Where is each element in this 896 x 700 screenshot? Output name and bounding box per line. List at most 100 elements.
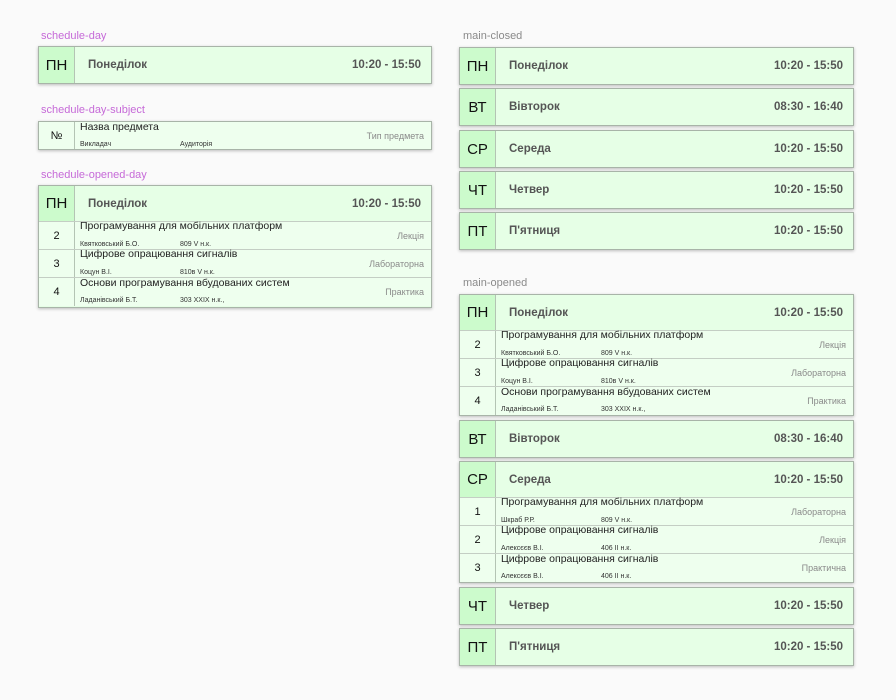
day-abbr: ПТ [460, 213, 496, 249]
main-closed-day-card-tuesday[interactable]: ВТ Вівторок 08:30 - 16:40 [459, 88, 854, 126]
day-name: Середа [509, 473, 551, 486]
subject-room: 809 V н.к. [601, 516, 633, 524]
subject-room: 810в V н.к. [601, 377, 636, 385]
day-row[interactable]: ПТ П'ятниця 10:20 - 15:50 [460, 629, 853, 665]
day-time: 10:20 - 15:50 [773, 641, 843, 653]
main-opened-day-card-monday[interactable]: ПН Понеділок 10:20 - 15:50 2 Програмуван… [459, 294, 854, 416]
day-abbr: СР [460, 131, 496, 167]
subject-info: Основи програмування вбудованих систем Л… [496, 385, 807, 415]
subject-type: Практика [385, 287, 424, 297]
day-abbr: ПТ [460, 629, 496, 665]
day-row[interactable]: ПН Понеділок 10:20 - 15:50 [460, 48, 853, 84]
subject-row[interactable]: 3 Цифрове опрацювання сигналів Коцун В.І… [39, 249, 431, 278]
subject-row[interactable]: 1 Програмування для мобільних платформ Ш… [460, 497, 853, 526]
subject-info: Програмування для мобільних платформ Шкр… [496, 497, 791, 526]
subject-info: Цифрове опрацювання сигналів Коцун В.І. 8… [75, 249, 369, 278]
subject-meta: Викладач Аудиторія [80, 141, 212, 148]
main-opened-day-card-friday[interactable]: ПТ П'ятниця 10:20 - 15:50 [459, 628, 854, 666]
subject-row[interactable]: 4 Основи програмування вбудованих систем… [460, 387, 853, 415]
day-row[interactable]: ПТ П'ятниця 10:20 - 15:50 [460, 213, 853, 249]
schedule-day-subject-card[interactable]: № Назва предмета Викладач Аудиторія Тип п… [38, 121, 432, 150]
subject-number: 4 [460, 387, 496, 415]
subject-room: 406 II н.к. [601, 573, 632, 581]
subject-row[interactable]: 2 Програмування для мобільних платформ К… [39, 221, 431, 250]
subject-row[interactable]: 2 Програмування для мобільних платформ К… [460, 330, 853, 359]
subject-type: Лекція [397, 230, 424, 241]
subject-meta: Коцун В.І. 810в V н.к. [501, 378, 636, 385]
subject-teacher: Квятковський Б.О. [80, 240, 140, 248]
day-time: 08:30 - 16:40 [773, 433, 843, 445]
subject-row[interactable]: 3 Цифрове опрацювання сигналів Алексєєв … [460, 554, 853, 582]
schedule-opened-day-card[interactable]: ПН Понеділок 10:20 - 15:50 2 Програмуван… [38, 185, 432, 308]
subject-teacher: Квятковський Б.О. [501, 349, 561, 357]
subject-title: Назва предмета [80, 121, 159, 133]
day-row[interactable]: ВТ Вівторок 08:30 - 16:40 [460, 89, 853, 125]
day-row[interactable]: ПН Понеділок 10:20 - 15:50 [39, 186, 431, 222]
subject-room: 810в V н.к. [180, 268, 215, 276]
subject-number: 4 [39, 278, 75, 306]
subject-row[interactable]: 2 Цифрове опрацювання сигналів Алексєєв … [460, 525, 853, 554]
subject-type: Лекція [819, 339, 846, 350]
day-abbr: ВТ [460, 89, 496, 125]
subject-meta: Алексєєв В.І. 406 II н.к. [501, 545, 631, 552]
subject-type: Тип предмета [366, 131, 424, 141]
main-closed-day-card-wednesday[interactable]: СР Середа 10:20 - 15:50 [459, 130, 854, 168]
subject-teacher: Ладанівський Б.Т. [80, 297, 138, 305]
subject-number: 1 [460, 498, 496, 525]
day-time: 10:20 - 15:50 [773, 473, 843, 486]
subject-number: 3 [460, 359, 496, 386]
day-time: 10:20 - 15:50 [351, 197, 421, 210]
subject-row[interactable]: № Назва предмета Викладач Аудиторія Тип п… [39, 121, 431, 149]
frame-label-main-closed: main-closed [463, 30, 523, 42]
subject-type: Лекція [819, 534, 846, 545]
main-opened-day-card-tuesday[interactable]: ВТ Вівторок 08:30 - 16:40 [459, 420, 854, 458]
day-time: 08:30 - 16:40 [773, 101, 843, 113]
subject-teacher: Коцун В.І. [501, 377, 533, 385]
day-abbr: ЧТ [460, 588, 496, 624]
subject-info: Цифрове опрацювання сигналів Алексєєв В.… [496, 525, 819, 554]
subject-room: 406 II н.к. [601, 544, 632, 552]
schedule-day-card[interactable]: ПН Понеділок 10:20 - 15:50 [38, 46, 432, 84]
day-row[interactable]: ЧТ Четвер 10:20 - 15:50 [460, 588, 853, 624]
day-row[interactable]: СР Середа 10:20 - 15:50 [460, 462, 853, 498]
day-name: Середа [509, 143, 551, 155]
subject-room: 809 V н.к. [180, 240, 212, 248]
subject-info: Цифрове опрацювання сигналів Коцун В.І. 8… [496, 358, 791, 387]
subject-info: Програмування для мобільних платформ Квя… [75, 221, 397, 250]
day-abbr: ПН [39, 186, 75, 221]
day-name: Понеділок [88, 59, 148, 71]
day-time: 10:20 - 15:50 [773, 600, 843, 612]
subject-row[interactable]: 3 Цифрове опрацювання сигналів Коцун В.І… [460, 358, 853, 387]
main-closed-day-card-monday[interactable]: ПН Понеділок 10:20 - 15:50 [459, 47, 854, 85]
day-abbr: ПН [39, 47, 75, 83]
subject-title: Програмування для мобільних платформ [501, 496, 704, 509]
day-row[interactable]: ЧТ Четвер 10:20 - 15:50 [460, 172, 853, 208]
subject-meta: Ладанівський Б.Т. 303 XXIX н.к., [80, 297, 224, 304]
main-opened-day-card-thursday[interactable]: ЧТ Четвер 10:20 - 15:50 [459, 587, 854, 625]
subject-row[interactable]: 4 Основи програмування вбудованих систем… [39, 278, 431, 306]
subject-meta: Квятковський Б.О. 809 V н.к. [80, 241, 211, 248]
day-row[interactable]: ВТ Вівторок 08:30 - 16:40 [460, 421, 853, 457]
subject-title: Основи програмування вбудованих систем [80, 276, 290, 289]
subject-meta: Ладанівський Б.Т. 303 XXIX н.к., [501, 406, 645, 413]
day-row[interactable]: ПН Понеділок 10:20 - 15:50 [39, 47, 431, 83]
main-closed-day-card-friday[interactable]: ПТ П'ятниця 10:20 - 15:50 [459, 212, 854, 250]
subject-teacher: Коцун В.І. [80, 268, 112, 276]
day-name: П'ятниця [509, 225, 561, 237]
subject-number: 2 [460, 331, 496, 358]
main-opened-day-card-wednesday[interactable]: СР Середа 10:20 - 15:50 1 Програмування … [459, 461, 854, 583]
day-row[interactable]: СР Середа 10:20 - 15:50 [460, 131, 853, 167]
frame-label-main-opened: main-opened [463, 277, 528, 289]
subject-info: Назва предмета Викладач Аудиторія [75, 121, 367, 149]
subject-teacher: Викладач [80, 141, 112, 149]
day-name: Вівторок [509, 433, 560, 445]
day-row[interactable]: ПН Понеділок 10:20 - 15:50 [460, 295, 853, 331]
main-closed-day-card-thursday[interactable]: ЧТ Четвер 10:20 - 15:50 [459, 171, 854, 209]
subject-number: 2 [39, 222, 75, 249]
subject-meta: Коцун В.І. 810в V н.к. [80, 269, 215, 276]
day-abbr: ПН [460, 295, 496, 330]
subject-number: № [39, 122, 75, 149]
subject-type: Практична [801, 563, 846, 573]
subject-title: Основи програмування вбудованих систем [501, 385, 711, 398]
subject-number: 2 [460, 526, 496, 553]
